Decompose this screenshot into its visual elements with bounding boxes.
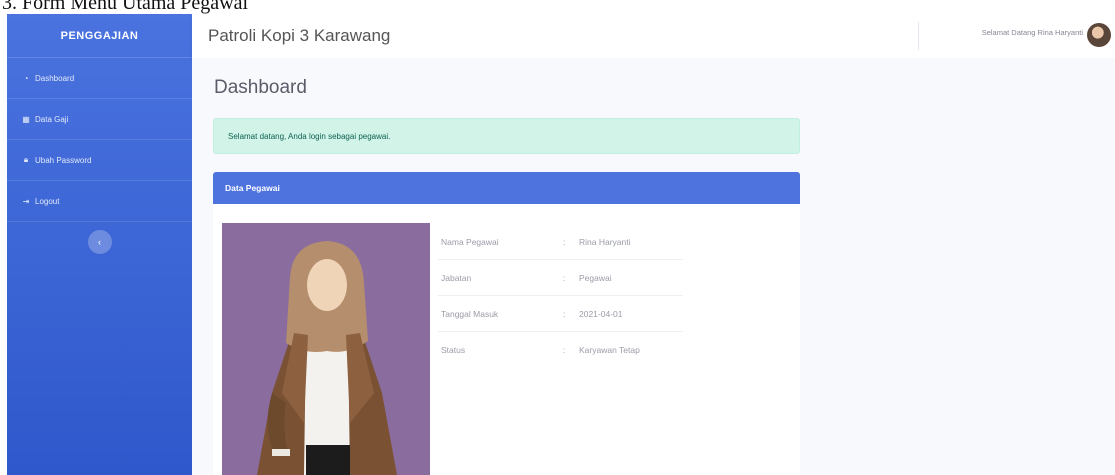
- table-row: Status : Karyawan Tetap: [438, 332, 683, 368]
- sidebar-item-label: Dashboard: [35, 73, 75, 83]
- avatar[interactable]: [1087, 23, 1111, 47]
- table-row: Jabatan : Pegawai: [438, 260, 683, 296]
- field-separator: :: [563, 236, 566, 247]
- employee-photo: [222, 223, 430, 475]
- field-separator: :: [563, 345, 566, 355]
- field-value: Pegawai: [579, 272, 612, 283]
- sidebar-toggle-button[interactable]: ‹: [87, 230, 112, 254]
- field-separator: :: [563, 272, 566, 283]
- sidebar-brand[interactable]: PENGGAJIAN: [7, 14, 192, 58]
- user-greeting[interactable]: Selamat Datang Rina Haryanti: [982, 28, 1083, 37]
- sidebar-item-ubah-password[interactable]: 🔒︎ Ubah Password: [7, 140, 192, 181]
- lock-icon: 🔒︎: [23, 155, 29, 164]
- field-label: Tanggal Masuk: [441, 308, 499, 319]
- dashboard-icon: ◔: [23, 73, 29, 83]
- field-label: Status: [441, 345, 466, 355]
- field-value: Rina Haryanti: [579, 236, 631, 247]
- sidebar-item-label: Logout: [35, 196, 60, 206]
- chevron-left-icon: ‹: [98, 237, 101, 247]
- page-title: Dashboard: [214, 77, 307, 98]
- welcome-alert: Selamat datang, Anda login sebagai pegaw…: [213, 118, 800, 154]
- sidebar: PENGGAJIAN ◔ Dashboard ▦ Data Gaji 🔒︎ Ub…: [7, 14, 192, 475]
- employee-illustration: [222, 223, 430, 475]
- table-icon: ▦: [22, 114, 30, 124]
- field-label: Nama Pegawai: [441, 236, 499, 247]
- sidebar-item-label: Data Gaji: [35, 114, 69, 124]
- card-header: Data Pegawai: [213, 172, 800, 204]
- sidebar-item-dashboard[interactable]: ◔ Dashboard: [7, 58, 192, 99]
- app-title: Patroli Kopi 3 Karawang: [208, 26, 391, 45]
- topbar-divider: [918, 22, 919, 50]
- logout-icon: ⇥: [22, 196, 30, 206]
- employee-card: Data Pegawai Nama Pegawai: Rina Haryant…: [213, 172, 800, 475]
- topbar: Patroli Kopi 3 Karawang Selamat Datang R…: [192, 14, 1115, 58]
- sidebar-item-data-gaji[interactable]: ▦ Data Gaji: [7, 99, 192, 140]
- table-row: Tanggal Masuk : 2021-04-01: [438, 296, 683, 332]
- field-value: Karyawan Tetap: [579, 345, 640, 355]
- main-content: Dashboard Selamat datang, Anda login seb…: [192, 58, 1115, 475]
- field-value: 2021-04-01: [579, 308, 623, 319]
- employee-info-table: Nama Pegawai : Rina Haryanti Jabatan : P…: [438, 224, 683, 368]
- field-separator: :: [563, 308, 566, 319]
- app-window: PENGGAJIAN ◔ Dashboard ▦ Data Gaji 🔒︎ Ub…: [0, 14, 1115, 475]
- table-row: Nama Pegawai : Rina Haryanti: [438, 224, 683, 260]
- sidebar-item-logout[interactable]: ⇥ Logout: [7, 181, 192, 222]
- sidebar-item-label: Ubah Password: [35, 155, 92, 165]
- field-label: Jabatan: [441, 272, 472, 283]
